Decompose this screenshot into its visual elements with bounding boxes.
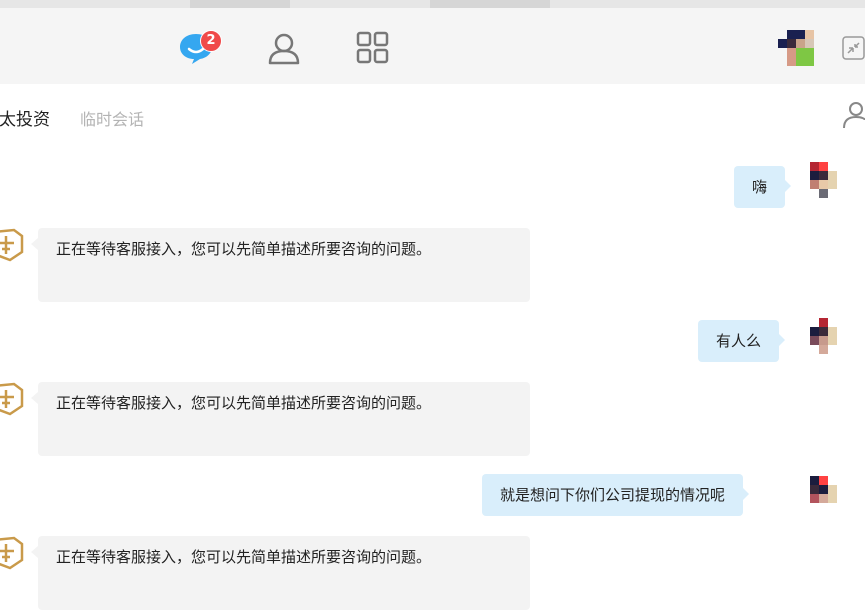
message-bubble-service: 正在等待客服接入，您可以先简单描述所要咨询的问题。 xyxy=(31,228,530,302)
conversation-name: 泛太投资 xyxy=(0,110,50,130)
message-text: 正在等待客服接入，您可以先简单描述所要咨询的问题。 xyxy=(56,394,432,412)
service-avatar xyxy=(0,228,24,262)
message-bubble-me: 嗨 xyxy=(734,166,792,208)
message-bubble-me: 就是想问下你们公司提现的情况呢 xyxy=(482,474,750,516)
service-avatar xyxy=(0,536,24,570)
my-avatar xyxy=(810,476,846,512)
apps-icon[interactable] xyxy=(355,30,391,66)
message-bubble-service: 正在等待客服接入，您可以先简单描述所要咨询的问题。 xyxy=(31,536,530,610)
message-text: 正在等待客服接入，您可以先简单描述所要咨询的问题。 xyxy=(56,548,432,566)
unread-badge: 2 xyxy=(200,30,222,52)
my-avatar xyxy=(810,318,846,354)
window-top-strip xyxy=(0,0,865,8)
my-avatar xyxy=(810,162,846,208)
toolbar: 2 xyxy=(0,8,865,85)
contacts-icon[interactable] xyxy=(266,30,302,66)
message-bubble-me: 有人么 xyxy=(698,320,786,362)
minimize-icon[interactable] xyxy=(842,36,865,60)
message-bubble-service: 正在等待客服接入，您可以先简单描述所要咨询的问题。 xyxy=(31,382,530,456)
service-avatar xyxy=(0,382,24,416)
user-avatar[interactable] xyxy=(778,30,823,66)
message-text: 正在等待客服接入，您可以先简单描述所要咨询的问题。 xyxy=(56,240,432,258)
group-members-icon[interactable] xyxy=(842,100,865,132)
conversation-tag: 临时会话 xyxy=(80,110,145,129)
